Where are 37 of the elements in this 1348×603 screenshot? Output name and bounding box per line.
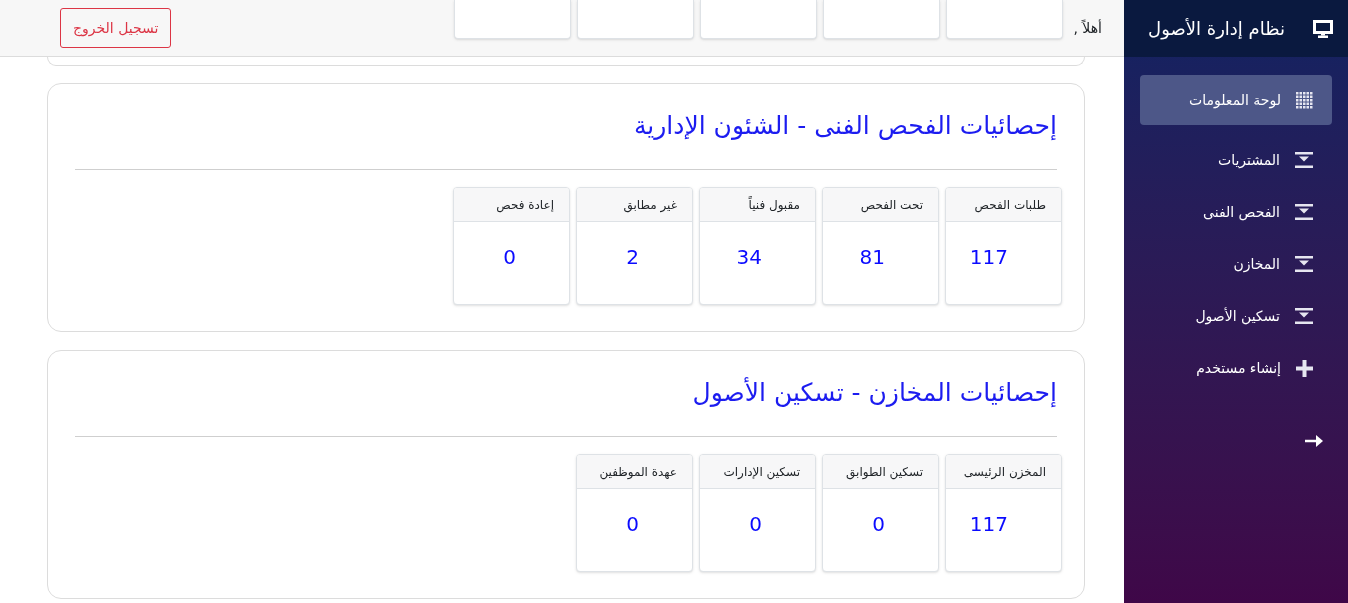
sidebar-item[interactable]: لوحة المعلومات	[1140, 75, 1332, 125]
arrow-right-icon[interactable]	[1305, 435, 1323, 447]
sidebar-item[interactable]: الفحص الفنى	[1140, 187, 1332, 237]
triangle-bars-icon	[1295, 204, 1313, 220]
stat-value: 0	[872, 511, 885, 538]
app-title: نظام إدارة الأصول	[1148, 17, 1285, 42]
grid-icon	[1296, 91, 1313, 109]
stat-value: 81	[859, 244, 885, 271]
stat-value: 0	[626, 511, 639, 538]
stat-header: غير مطابق	[577, 188, 692, 222]
stat-header: تحت الفحص	[823, 188, 938, 222]
stat-value: 117	[969, 511, 1008, 538]
triangle-bars-icon	[1295, 308, 1313, 324]
sidebar-item[interactable]: المشتريات	[1140, 135, 1332, 185]
stat-header: المخزن الرئيسى	[946, 455, 1061, 489]
stat-value: 34	[736, 244, 762, 271]
stat-header: تسكين الطوابق	[823, 455, 938, 489]
stat-header: عهدة الموظفين	[577, 455, 692, 489]
plus-icon	[1296, 359, 1313, 377]
logout-button[interactable]: تسجيل الخروج	[60, 8, 172, 48]
triangle-bars-icon	[1295, 256, 1313, 272]
sidebar-item[interactable]: تسكين الأصول	[1140, 291, 1332, 341]
stat-value: 117	[969, 244, 1008, 271]
triangle-bars-icon	[1295, 152, 1313, 168]
card-title: إحصائيات المخازن - تسكين الأصول	[691, 376, 1057, 409]
stat-header: إعادة فحص	[454, 188, 569, 222]
stat-value: 2	[626, 244, 639, 271]
sidebar-item[interactable]: إنشاء مستخدم	[1140, 343, 1332, 393]
stat-header: طلبات الفحص	[946, 188, 1061, 222]
stat-header: مقبول فنياً	[700, 188, 815, 222]
monitor-icon	[1313, 19, 1333, 38]
greeting-text: أهلاً ,	[1073, 18, 1102, 38]
sidebar-item[interactable]: المخازن	[1140, 239, 1332, 289]
stat-value: 0	[749, 511, 762, 538]
stat-value: 0	[503, 244, 516, 271]
stat-header: تسكين الإدارات	[700, 455, 815, 489]
card-title: إحصائيات الفحص الفنى - الشئون الإدارية	[632, 110, 1057, 142]
